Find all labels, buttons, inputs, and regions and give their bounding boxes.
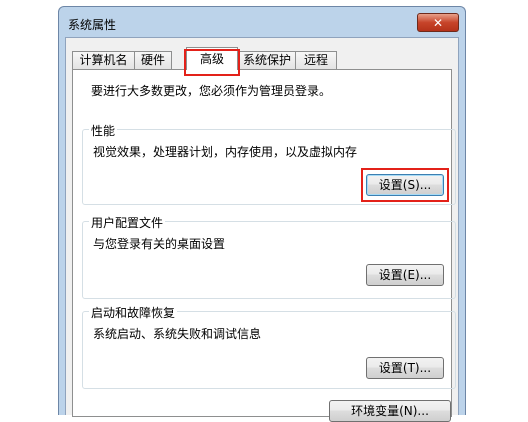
admin-notice: 要进行大多数更改，您必须作为管理员登录。 xyxy=(91,84,332,98)
performance-group-title: 性能 xyxy=(89,122,118,139)
advanced-tab-panel: 要进行大多数更改，您必须作为管理员登录。 性能 视觉效果，处理器计划，内存使用，… xyxy=(72,69,456,422)
startup-recovery-group: 启动和故障恢复 系统启动、系统失败和调试信息 设置(T)... xyxy=(82,304,456,389)
startup-recovery-settings-button[interactable]: 设置(T)... xyxy=(366,357,444,379)
close-icon: ✕ xyxy=(432,15,444,30)
startup-recovery-description: 系统启动、系统失败和调试信息 xyxy=(93,327,262,341)
close-button[interactable]: ✕ xyxy=(417,13,459,32)
tab-computer-name[interactable]: 计算机名 xyxy=(72,51,135,69)
advanced-tab-highlight xyxy=(184,49,240,76)
performance-settings-highlight xyxy=(361,168,449,202)
tab-system-protection[interactable]: 系统保护 xyxy=(238,51,296,69)
tab-remote[interactable]: 远程 xyxy=(295,51,337,69)
user-profiles-group: 用户配置文件 与您登录有关的桌面设置 设置(E)... xyxy=(82,214,456,299)
window-title: 系统属性 xyxy=(68,18,117,32)
user-profiles-description: 与您登录有关的桌面设置 xyxy=(93,237,226,251)
title-bar[interactable]: 系统属性 ✕ xyxy=(59,7,465,37)
tab-hardware[interactable]: 硬件 xyxy=(134,51,172,69)
startup-recovery-group-title: 启动和故障恢复 xyxy=(89,304,178,321)
system-properties-window: 系统属性 ✕ 计算机名 硬件 高级 系统保护 远程 要进行大多数更改，您必须作为… xyxy=(58,6,466,422)
performance-description: 视觉效果，处理器计划，内存使用，以及虚拟内存 xyxy=(93,145,358,159)
performance-group: 性能 视觉效果，处理器计划，内存使用，以及虚拟内存 设置(S)... xyxy=(82,122,456,205)
user-profiles-settings-button[interactable]: 设置(E)... xyxy=(366,264,444,286)
dialog-client-area: 计算机名 硬件 高级 系统保护 远程 要进行大多数更改，您必须作为管理员登录。 … xyxy=(65,37,459,422)
user-profiles-group-title: 用户配置文件 xyxy=(89,214,166,231)
environment-variables-button[interactable]: 环境变量(N)... xyxy=(329,400,451,422)
